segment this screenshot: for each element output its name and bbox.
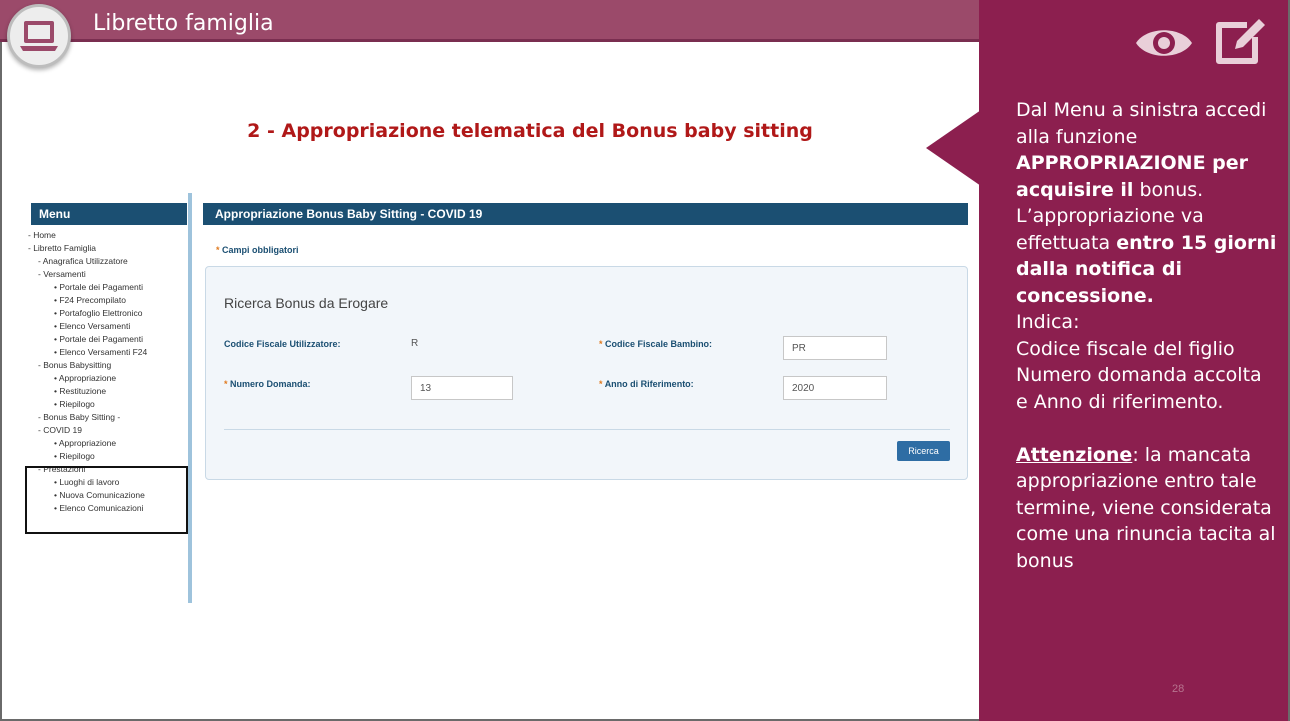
menu-item[interactable]: • Elenco Versamenti F24: [24, 346, 192, 359]
menu-item[interactable]: - Libretto Famiglia: [24, 242, 192, 255]
slide-heading: 2 - Appropriazione telematica del Bonus …: [247, 120, 813, 142]
highlight-box: [25, 466, 188, 534]
page-title: Libretto famiglia: [93, 11, 274, 36]
title-bar: Libretto famiglia: [0, 0, 979, 42]
menu-item[interactable]: • Elenco Versamenti: [24, 320, 192, 333]
page-number: 28: [1172, 683, 1185, 695]
info-line-1: Dal Menu a sinistra accedi alla funzione: [1016, 99, 1267, 148]
embedded-screenshot: Menu - Home - Libretto Famiglia - Anagrafi…: [18, 193, 976, 603]
eye-icon[interactable]: [1133, 20, 1195, 66]
menu-item[interactable]: - COVID 19: [24, 424, 192, 437]
info-text: Dal Menu a sinistra accedi alla funzione…: [1016, 97, 1278, 574]
menu-item[interactable]: - Bonus Baby Sitting -: [24, 411, 192, 424]
numero-domanda-input[interactable]: 13: [411, 376, 513, 400]
required-note: * Campi obbligatori: [216, 245, 299, 255]
menu-item[interactable]: • Portale dei Pagamenti: [24, 333, 192, 346]
codice-fiscale-bambino-label: * Codice Fiscale Bambino:: [599, 339, 713, 349]
menu-item[interactable]: • Portafoglio Elettronico: [24, 307, 192, 320]
laptop-icon: [20, 21, 58, 51]
edit-icon[interactable]: [1213, 17, 1269, 67]
codice-fiscale-bambino-input[interactable]: PR: [783, 336, 887, 360]
info-bold-1: APPROPRIAZIONE per acquisire il: [1016, 152, 1249, 201]
menu-item[interactable]: • Appropriazione: [24, 437, 192, 450]
info-line-5: Numero domanda accolta e Anno di riferim…: [1016, 364, 1262, 413]
menu-item[interactable]: • Riepilogo: [24, 398, 192, 411]
laptop-logo: [7, 4, 71, 68]
menu-title: Menu: [31, 203, 187, 225]
numero-domanda-label: * Numero Domanda:: [224, 379, 311, 389]
menu-item[interactable]: • Appropriazione: [24, 372, 192, 385]
menu-item[interactable]: - Bonus Babysitting: [24, 359, 192, 372]
form-divider: [224, 429, 950, 430]
form-title: Ricerca Bonus da Erogare: [224, 295, 389, 311]
codice-fiscale-utilizzatore-value: R: [411, 338, 419, 349]
panel-title: Appropriazione Bonus Baby Sitting - COVI…: [203, 203, 968, 225]
left-menu: Menu - Home - Libretto Famiglia - Anagrafi…: [18, 193, 192, 603]
menu-item[interactable]: • Restituzione: [24, 385, 192, 398]
search-button[interactable]: Ricerca: [897, 441, 950, 461]
info-line-4: Codice fiscale del figlio: [1016, 337, 1235, 360]
search-form: Ricerca Bonus da Erogare Codice Fiscale …: [205, 266, 968, 480]
menu-item[interactable]: - Versamenti: [24, 268, 192, 281]
anno-riferimento-label: * Anno di Riferimento:: [599, 379, 694, 389]
anno-riferimento-input[interactable]: 2020: [783, 376, 887, 400]
menu-item[interactable]: • F24 Precompilato: [24, 294, 192, 307]
codice-fiscale-utilizzatore-label: Codice Fiscale Utilizzatore:: [224, 339, 341, 349]
menu-item[interactable]: - Anagrafica Utilizzatore: [24, 255, 192, 268]
info-line-3: Indica:: [1016, 311, 1080, 333]
menu-item[interactable]: - Home: [24, 229, 192, 242]
info-panel-pointer: [926, 110, 981, 186]
menu-item[interactable]: • Portale dei Pagamenti: [24, 281, 192, 294]
menu-item[interactable]: • Riepilogo: [24, 450, 192, 463]
warning-label: Attenzione: [1016, 443, 1133, 466]
